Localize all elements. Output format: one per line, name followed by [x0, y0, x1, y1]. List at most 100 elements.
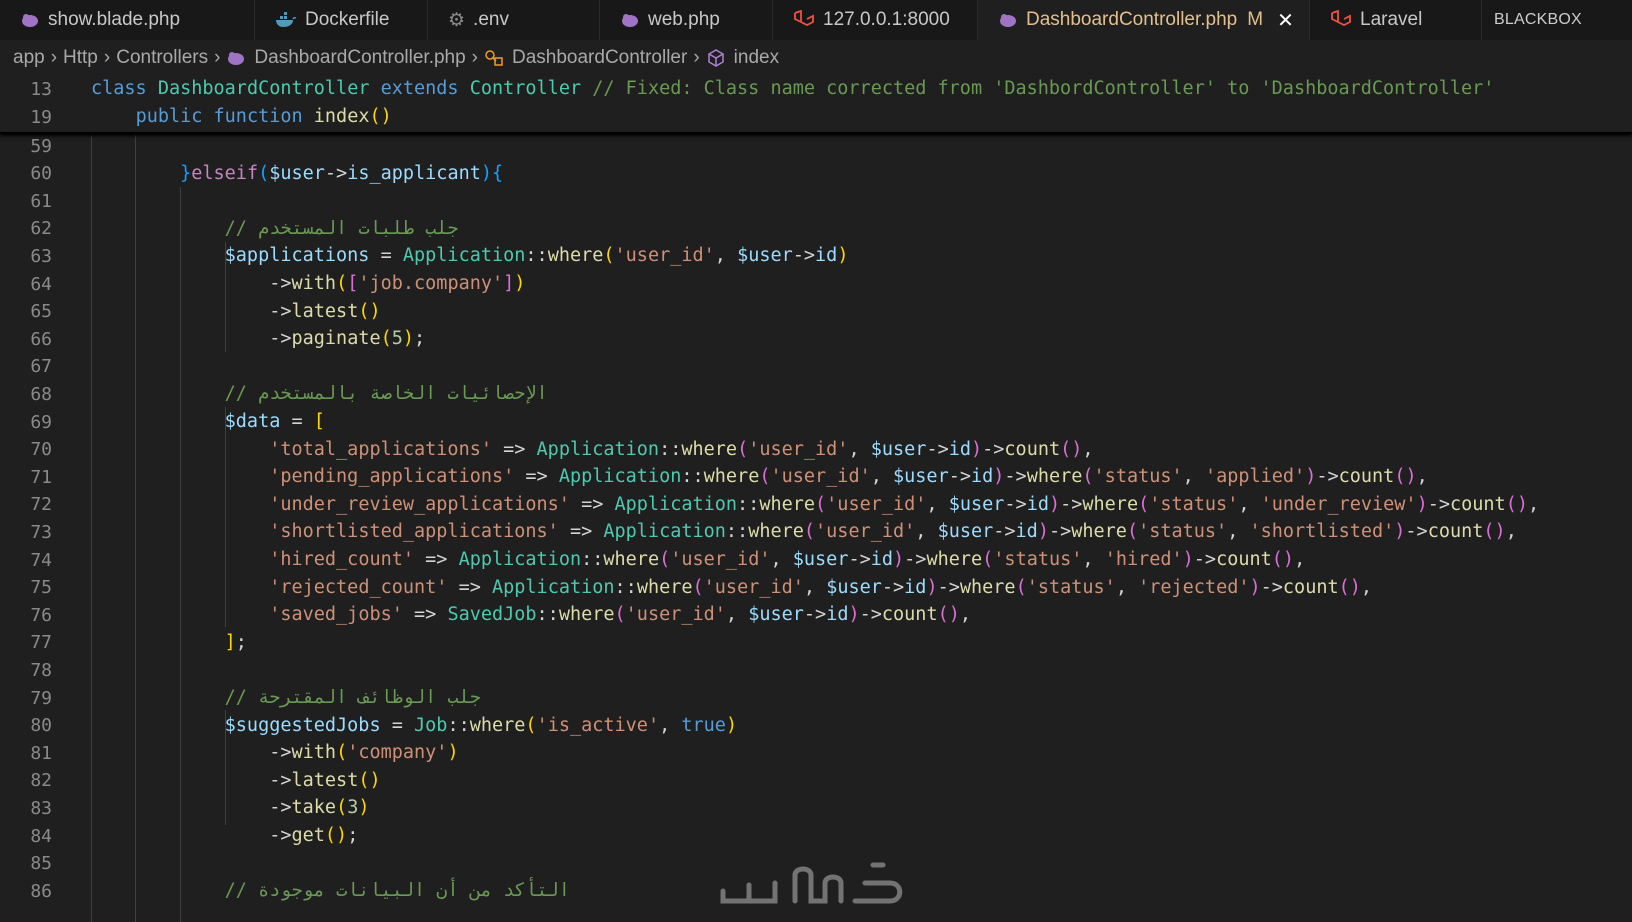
- chevron-right-icon: ›: [693, 47, 700, 68]
- chevron-right-icon: ›: [214, 47, 221, 68]
- elephant-icon: [998, 12, 1018, 28]
- line-number: 81: [30, 742, 52, 764]
- laravel-icon: [1330, 10, 1352, 30]
- line-number: 85: [30, 853, 52, 875]
- code-row[interactable]: 70 'total_applications' => Application::…: [0, 436, 1632, 464]
- line-number: 62: [30, 218, 52, 240]
- line-number: 67: [30, 356, 52, 378]
- code-row[interactable]: 61: [0, 187, 1632, 215]
- code-row[interactable]: 84 ->get();: [0, 822, 1632, 850]
- chevron-right-icon: ›: [50, 47, 58, 68]
- line-number: 68: [30, 383, 52, 405]
- line-number: 66: [30, 328, 52, 350]
- code-row[interactable]: 72 'under_review_applications' => Applic…: [0, 491, 1632, 519]
- breadcrumb-file[interactable]: DashboardController.php: [254, 47, 465, 69]
- tab-blackbox[interactable]: BLACKBOX: [1482, 0, 1632, 40]
- line-number: 76: [30, 604, 52, 626]
- line-number: 65: [30, 301, 52, 323]
- code-row[interactable]: 60 }elseif($user->is_applicant){: [0, 160, 1632, 188]
- code-line: public function index(): [135, 106, 392, 127]
- class-symbol-icon: [484, 49, 504, 67]
- code-row[interactable]: 64 ->with(['job.company']): [0, 270, 1632, 298]
- tab-label: DashboardController.php: [1026, 9, 1238, 30]
- modified-indicator: M: [1247, 9, 1264, 30]
- line-number: 74: [30, 549, 52, 571]
- tab-label: .env: [473, 9, 509, 30]
- breadcrumb: app › Http › Controllers › DashboardCont…: [0, 40, 1632, 76]
- line-number: 78: [30, 659, 52, 681]
- line-number: 64: [30, 273, 52, 295]
- breadcrumb-class[interactable]: DashboardController: [512, 47, 687, 69]
- elephant-icon: [226, 50, 246, 66]
- line-number: 13: [30, 78, 52, 100]
- tab-label: Dockerfile: [305, 9, 390, 30]
- line-number: 70: [30, 439, 52, 461]
- breadcrumb-http[interactable]: Http: [63, 47, 98, 69]
- code-row[interactable]: 82 ->latest(): [0, 767, 1632, 795]
- code-row[interactable]: 68 // الإحصائيات الخاصة بالمستخدم: [0, 380, 1632, 408]
- tab-dockerfile[interactable]: Dockerfile: [255, 0, 428, 40]
- tab-dashboard-controller[interactable]: DashboardController.php M ✕: [978, 0, 1310, 40]
- code-row[interactable]: 76 'saved_jobs' => SavedJob::where('user…: [0, 601, 1632, 629]
- tab-localhost-preview[interactable]: 127.0.0.1:8000: [773, 0, 978, 40]
- code-row[interactable]: 78: [0, 656, 1632, 684]
- code-row[interactable]: 75 'rejected_count' => Application::wher…: [0, 574, 1632, 602]
- line-number: 73: [30, 521, 52, 543]
- line-number: 79: [30, 687, 52, 709]
- gear-icon: ⚙: [448, 9, 466, 31]
- code-row[interactable]: 59: [0, 132, 1632, 160]
- elephant-icon: [20, 12, 40, 28]
- line-number: 60: [30, 163, 52, 185]
- sticky-line[interactable]: 13 class DashboardController extends Con…: [0, 75, 1632, 103]
- tab-env[interactable]: ⚙ .env: [428, 0, 600, 40]
- chevron-right-icon: ›: [471, 47, 478, 68]
- breadcrumb-app[interactable]: app: [13, 47, 45, 69]
- code-row[interactable]: 83 ->take(3): [0, 794, 1632, 822]
- line-number: 83: [30, 797, 52, 819]
- docker-icon: [275, 12, 297, 28]
- tab-show-blade[interactable]: show.blade.php: [0, 0, 255, 40]
- khamsat-watermark-logo: [715, 853, 915, 913]
- line-number: 63: [30, 245, 52, 267]
- line-number: 72: [30, 494, 52, 516]
- code-row[interactable]: 66 ->paginate(5);: [0, 325, 1632, 353]
- code-row[interactable]: 80 $suggestedJobs = Job::where('is_activ…: [0, 712, 1632, 740]
- breadcrumb-controllers[interactable]: Controllers: [116, 47, 208, 69]
- code-row[interactable]: 69 $data = [: [0, 408, 1632, 436]
- line-number: 61: [30, 190, 52, 212]
- code-row[interactable]: 79 // جلب الوظائف المقترحة: [0, 684, 1632, 712]
- code-row[interactable]: 74 'hired_count' => Application::where('…: [0, 546, 1632, 574]
- tab-label: Laravel: [1360, 9, 1423, 30]
- tab-label: BLACKBOX: [1494, 11, 1582, 28]
- sticky-scroll-header: 13 class DashboardController extends Con…: [0, 75, 1632, 133]
- code-row[interactable]: 67: [0, 353, 1632, 381]
- line-number: 59: [30, 135, 52, 157]
- tab-web-php[interactable]: web.php: [600, 0, 773, 40]
- breadcrumb-method[interactable]: index: [734, 47, 779, 69]
- code-editor[interactable]: 59 60 }elseif($user->is_applicant){ 61 6…: [0, 132, 1632, 922]
- tab-label: show.blade.php: [48, 9, 181, 30]
- code-row[interactable]: 65 ->latest(): [0, 298, 1632, 326]
- laravel-icon: [793, 10, 815, 30]
- line-number: 71: [30, 466, 52, 488]
- line-number: 77: [30, 632, 52, 654]
- line-number: 69: [30, 411, 52, 433]
- code-row[interactable]: 77 ];: [0, 629, 1632, 657]
- tab-laravel[interactable]: Laravel: [1310, 0, 1482, 40]
- line-number: 86: [30, 880, 52, 902]
- code-line: class DashboardController extends Contro…: [91, 78, 1495, 99]
- chevron-right-icon: ›: [103, 47, 111, 68]
- code-row[interactable]: 73 'shortlisted_applications' => Applica…: [0, 518, 1632, 546]
- line-number: 75: [30, 577, 52, 599]
- code-row[interactable]: 63 $applications = Application::where('u…: [0, 242, 1632, 270]
- sticky-line[interactable]: 19 public function index(): [0, 103, 1632, 131]
- tab-label: 127.0.0.1:8000: [823, 9, 950, 30]
- line-number: 84: [30, 825, 52, 847]
- code-row[interactable]: 62 // جلب طلبات المستخدم: [0, 215, 1632, 243]
- line-number: 80: [30, 715, 52, 737]
- close-icon[interactable]: ✕: [1277, 8, 1294, 33]
- code-row[interactable]: 71 'pending_applications' => Application…: [0, 463, 1632, 491]
- line-number: 82: [30, 770, 52, 792]
- code-row[interactable]: 81 ->with('company'): [0, 739, 1632, 767]
- tab-label: web.php: [648, 9, 720, 30]
